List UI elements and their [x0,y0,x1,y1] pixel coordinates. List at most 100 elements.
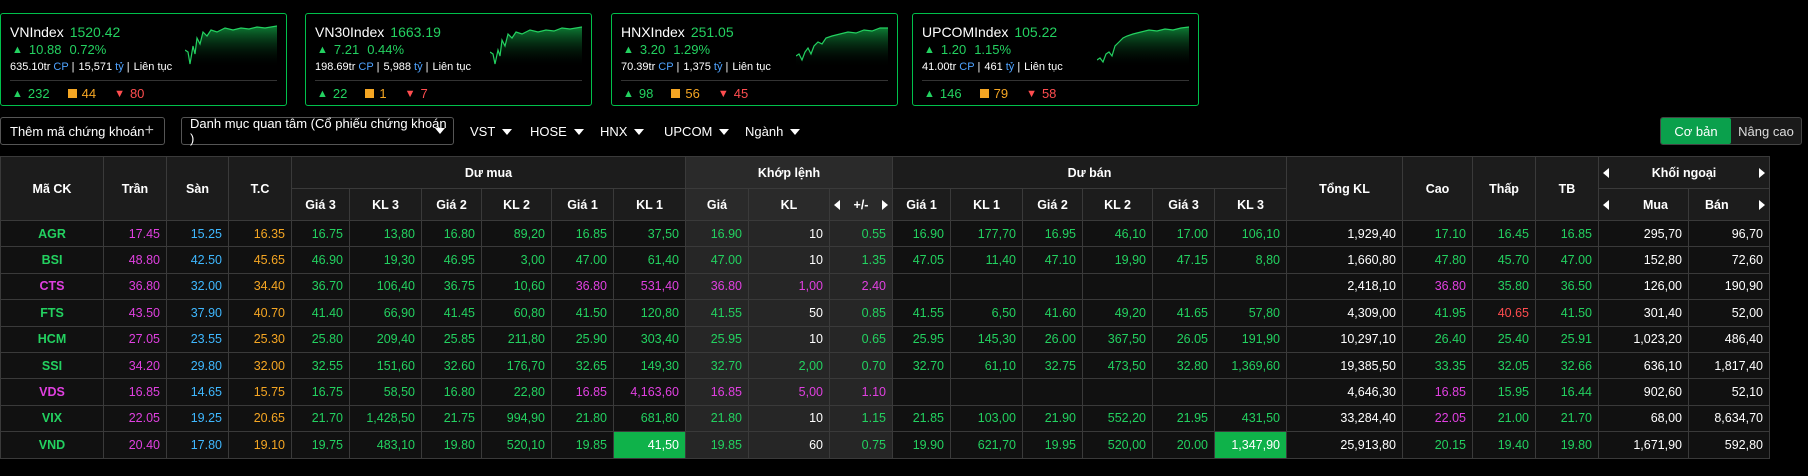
bid-cell: 16.80 [421,219,482,248]
index-sparkline [490,26,582,68]
low-price-cell: 35.80 [1472,272,1536,301]
col-bid-vol-2[interactable]: KL 2 [481,188,552,221]
col-bid-price-2[interactable]: Giá 2 [421,188,482,221]
col-bid-vol-1[interactable]: KL 1 [613,188,686,221]
bid-cell: 16.80 [421,378,482,406]
col-ask-vol-3[interactable]: KL 3 [1214,188,1287,221]
col-symbol[interactable]: Mã CK [0,156,104,221]
col-reference[interactable]: T.C [228,156,292,221]
symbol-cell[interactable]: VIX [0,404,104,433]
index-value-traded: 5,988 [383,61,412,73]
col-ceiling[interactable]: Trần [103,156,167,221]
table-row[interactable]: VIX 22.05 19.25 20.65 21.70 1,428,50 21.75 994,… [0,404,1770,433]
symbol-cell[interactable]: CTS [0,272,104,301]
filter-upcom[interactable]: UPCOM [664,124,730,139]
arrow-right-icon[interactable] [1758,167,1765,178]
col-ask-vol-2[interactable]: KL 2 [1082,188,1153,221]
filter-industry[interactable]: Ngành [745,124,801,139]
average-price-cell: 16.85 [1535,219,1599,248]
mode-basic-button[interactable]: Cơ bản [1661,118,1731,144]
foreign-sell-cell: 1,817,40 [1688,351,1770,380]
col-low[interactable]: Thấp [1472,156,1536,221]
bid-cell: 89,20 [481,219,552,248]
col-high[interactable]: Cao [1402,156,1473,221]
table-row[interactable]: CTS 36.80 32.00 34.40 36.70 106,40 36.75 10,60 3… [0,272,1770,301]
filter-hnx[interactable]: HNX [600,124,645,139]
ask-cell [950,272,1023,301]
ask-cell: 1,369,60 [1214,351,1287,380]
match-cell: 50 [748,299,830,327]
col-total-volume[interactable]: Tổng KL [1286,156,1403,221]
table-row[interactable]: FTS 43.50 37.90 40.70 41.40 66,90 41.45 60,80 41… [0,299,1770,327]
index-card-vnindex[interactable]: VNIndex 1520.42 ▲ 10.88 0.72% 635.10tr CP | 15… [0,13,287,106]
col-match-price[interactable]: Giá [685,188,749,221]
caret-down-icon [435,128,445,134]
symbol-cell[interactable]: BSI [0,246,104,274]
index-card-upcomindex[interactable]: UPCOMIndex 105.22 ▲ 1.20 1.15% 41.00tr CP | 46… [912,13,1199,106]
col-foreign-sell[interactable]: Bán [1688,188,1770,221]
ask-cell: 103,00 [950,404,1023,433]
ask-cell: 57,80 [1214,299,1287,327]
symbol-cell[interactable]: VND [0,431,104,459]
index-card-hnxindex[interactable]: HNXIndex 251.05 ▲ 3.20 1.29% 70.39tr CP | 1,37… [611,13,898,106]
arrow-left-icon[interactable] [1603,167,1609,178]
price-board: Mã CK Trần Sàn T.C Dư mua Khớp lệnh Dư b… [0,156,1770,459]
ask-cell: 25.95 [892,325,951,353]
arrow-left-icon[interactable] [1603,199,1609,210]
index-change: 10.88 [28,42,62,57]
col-ask-price-1[interactable]: Giá 1 [892,188,951,221]
table-row[interactable]: HCM 27.05 23.55 25.30 25.80 209,40 25.85 211,80… [0,325,1770,353]
toolbar: Thêm mã chứng khoán + Danh mục quan tâm (… [0,116,1808,146]
decliners-count: 7 [420,86,428,101]
col-ask-price-3[interactable]: Giá 3 [1152,188,1215,221]
average-price-cell: 19.80 [1535,431,1599,459]
total-volume-cell: 2,418,10 [1286,272,1403,301]
table-row[interactable]: VDS 16.85 14.65 15.75 16.75 58,50 16.80 22,80 16… [0,378,1770,406]
reference-price-cell: 19.10 [228,431,292,459]
arrow-right-icon[interactable] [1759,199,1765,210]
floor-price-cell: 19.25 [166,404,229,433]
arrow-left-icon[interactable] [834,199,840,210]
filter-hose[interactable]: HOSE [530,124,584,139]
symbol-cell[interactable]: FTS [0,299,104,327]
col-bid-price-1[interactable]: Giá 1 [551,188,614,221]
caret-down-icon [790,128,801,135]
col-ask-price-2[interactable]: Giá 2 [1022,188,1083,221]
col-bid-vol-3[interactable]: KL 3 [349,188,422,221]
table-row[interactable]: BSI 48.80 42.50 45.65 46.90 19,30 46.95 3,00 47.… [0,246,1770,274]
floor-price-cell: 42.50 [166,246,229,274]
table-row[interactable]: SSI 34.20 29.80 32.00 32.55 151,60 32.60 176,70… [0,351,1770,380]
index-change: 3.20 [639,42,666,57]
add-symbol-button[interactable]: Thêm mã chứng khoán + [0,117,165,145]
ask-cell [1214,272,1287,301]
col-foreign-buy[interactable]: Mua [1598,188,1689,221]
symbol-cell[interactable]: SSI [0,351,104,380]
mode-advanced-button[interactable]: Nâng cao [1731,118,1801,144]
watchlist-select[interactable]: Danh mục quan tâm (Cổ phiếu chứng khoán … [181,116,454,146]
ask-cell [1152,272,1215,301]
symbol-cell[interactable]: VDS [0,378,104,406]
match-cell: 16.90 [685,219,749,248]
filter-vst[interactable]: VST [470,124,513,139]
table-row[interactable]: AGR 17.45 15.25 16.35 16.75 13,80 16.80 89,20 16… [0,219,1770,248]
foreign-buy-cell: 301,40 [1598,299,1689,327]
group-bid: Dư mua [291,156,686,189]
col-average[interactable]: TB [1535,156,1599,221]
col-floor[interactable]: Sàn [166,156,229,221]
index-sparkline [1097,26,1189,68]
bid-cell: 36.75 [421,272,482,301]
col-bid-price-3[interactable]: Giá 3 [291,188,350,221]
col-match-change[interactable]: +/- [829,188,893,221]
bid-cell: 61,40 [613,246,686,274]
ceiling-price-cell: 16.85 [103,378,167,406]
arrow-right-icon[interactable] [882,199,888,210]
symbol-cell[interactable]: AGR [0,219,104,248]
bid-cell: 37,50 [613,219,686,248]
table-row[interactable]: VND 20.40 17.80 19.10 19.75 483,10 19.80 520,10… [0,431,1770,459]
bid-cell: 21.80 [551,404,614,433]
reference-price-cell: 20.65 [228,404,292,433]
col-ask-vol-1[interactable]: KL 1 [950,188,1023,221]
index-card-vn30index[interactable]: VN30Index 1663.19 ▲ 7.21 0.44% 198.69tr CP | 5… [305,13,592,106]
col-match-volume[interactable]: KL [748,188,830,221]
symbol-cell[interactable]: HCM [0,325,104,353]
